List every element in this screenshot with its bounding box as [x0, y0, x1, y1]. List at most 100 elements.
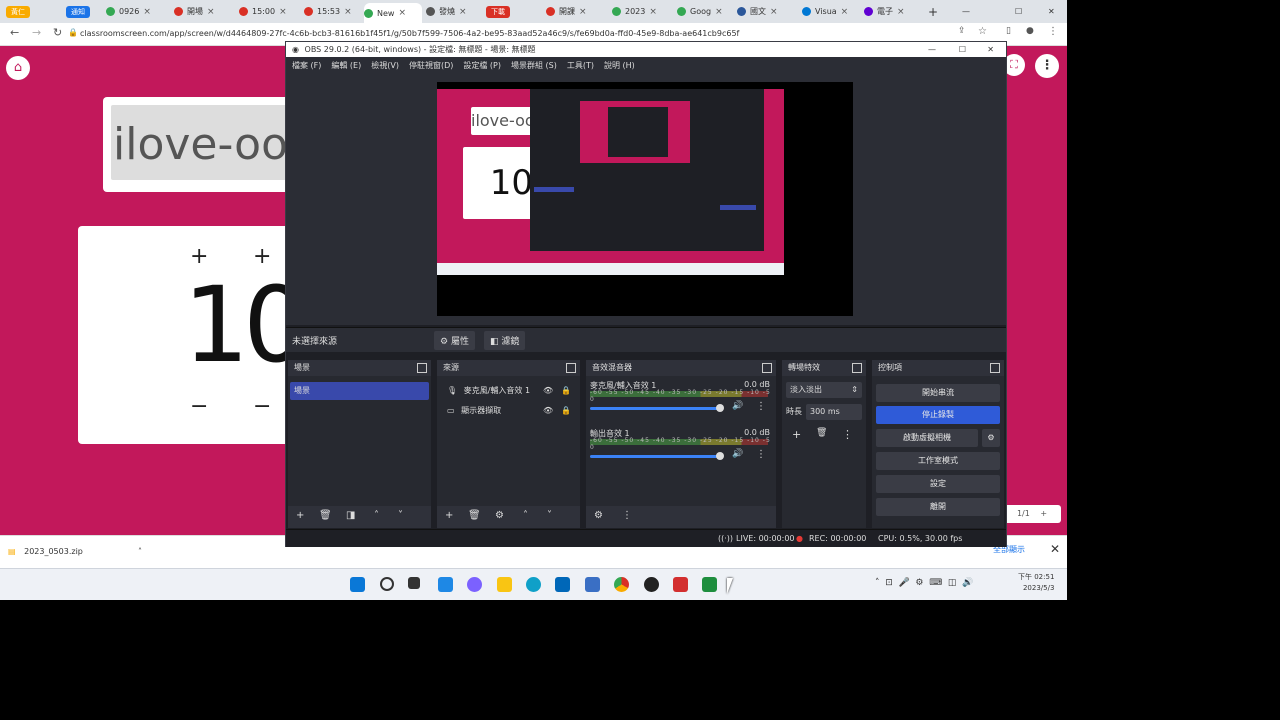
chevron-up-icon[interactable]: ˄: [374, 510, 379, 521]
acrobat-icon[interactable]: [673, 577, 688, 592]
kebab-icon[interactable]: ⋮: [842, 428, 853, 441]
scene-item[interactable]: 場景: [290, 382, 429, 400]
download-item[interactable]: ▤ 2023_0503.zip ˄: [8, 542, 158, 562]
file-explorer-icon[interactable]: [497, 577, 512, 592]
start-icon[interactable]: [350, 577, 365, 592]
settings-button[interactable]: 設定: [876, 475, 1000, 493]
excel-icon[interactable]: [702, 577, 717, 592]
chevron-up-icon[interactable]: ˄: [523, 510, 528, 521]
browser-tab[interactable]: 下載: [486, 3, 542, 20]
volume-slider[interactable]: [590, 407, 720, 410]
gear-icon[interactable]: ⚙: [495, 510, 504, 521]
trash-icon[interactable]: 🗑: [468, 510, 481, 521]
obs-menu-item[interactable]: 工具(T): [567, 61, 594, 70]
exit-button[interactable]: 離開: [876, 498, 1000, 516]
reload-icon[interactable]: ↻: [53, 26, 62, 39]
obs-menu-item[interactable]: 場景群組 (S): [511, 61, 557, 70]
chrome-icon[interactable]: [614, 577, 629, 592]
source-item[interactable]: ▭ 顯示器擷取 👁 🔒: [437, 402, 580, 420]
eye-icon[interactable]: 👁: [543, 402, 553, 420]
browser-tab[interactable]: 國文 ×: [737, 3, 798, 20]
timer-minus-button[interactable]: −: [190, 394, 208, 419]
browser-tab[interactable]: 電子 ×: [864, 3, 920, 20]
chevron-down-icon[interactable]: ˅: [398, 510, 403, 521]
minimize-icon[interactable]: —: [928, 42, 936, 57]
kebab-icon[interactable]: ⋮: [756, 449, 766, 460]
maximize-icon[interactable]: ☐: [1015, 3, 1022, 20]
sidebar-icon[interactable]: ▯: [1006, 26, 1011, 36]
start-streaming-button[interactable]: 開始串流: [876, 384, 1000, 402]
timer-minus-button[interactable]: −: [253, 394, 271, 419]
close-tab-icon[interactable]: ×: [143, 7, 151, 17]
store-icon[interactable]: [555, 577, 570, 592]
url-field[interactable]: classroomscreen.com/app/screen/w/d446480…: [80, 27, 920, 41]
browser-tab[interactable]: 2023 ×: [612, 3, 673, 20]
browser-tab[interactable]: Visua ×: [802, 3, 860, 20]
obs-menu-item[interactable]: 說明 (H): [604, 61, 635, 70]
volume-slider-knob[interactable]: [716, 452, 724, 460]
kebab-icon[interactable]: ⋮: [756, 401, 766, 412]
chevron-down-icon[interactable]: ˅: [547, 510, 552, 521]
browser-tab[interactable]: 15:53 ×: [304, 3, 360, 20]
browser-tab[interactable]: Goog ×: [677, 3, 733, 20]
close-icon[interactable]: ✕: [1050, 542, 1060, 556]
filters-button[interactable]: ◧ 濾鏡: [484, 331, 526, 350]
popout-icon[interactable]: [852, 363, 862, 373]
close-tab-icon[interactable]: ×: [897, 7, 905, 17]
new-tab-button[interactable]: +: [928, 3, 938, 20]
eye-icon[interactable]: 👁: [543, 382, 553, 400]
close-icon[interactable]: ✕: [1048, 3, 1055, 20]
speaker-icon[interactable]: 🔊: [732, 449, 743, 459]
close-tab-icon[interactable]: ×: [279, 7, 287, 17]
lock-icon[interactable]: 🔒: [561, 402, 571, 420]
name-widget[interactable]: ilove-oo: [103, 97, 303, 192]
lock-icon[interactable]: 🔒: [561, 382, 571, 400]
system-tray[interactable]: ˄ ⊡ 🎤 ⚙ ⌨ ◫ 🔊: [875, 578, 973, 588]
add-transition-icon[interactable]: +: [792, 428, 801, 441]
studio-mode-button[interactable]: 工作室模式: [876, 452, 1000, 470]
close-tab-icon[interactable]: ×: [649, 7, 657, 17]
browser-tab[interactable]: 通知: [66, 3, 102, 20]
close-tab-icon[interactable]: ×: [398, 8, 406, 18]
close-tab-icon[interactable]: ×: [579, 7, 587, 17]
home-icon[interactable]: ⌂: [6, 56, 30, 80]
chat-icon[interactable]: [467, 577, 482, 592]
chevron-up-icon[interactable]: ˄: [138, 542, 142, 562]
trash-icon[interactable]: 🗑: [319, 510, 332, 521]
close-tab-icon[interactable]: ×: [459, 7, 467, 17]
obs-menu-item[interactable]: 停駐視窗(D): [409, 61, 453, 70]
obs-menu-item[interactable]: 設定檔 (P): [463, 61, 501, 70]
timer-widget[interactable]: + + 10 − −: [78, 226, 309, 444]
obs-preview-area[interactable]: ilove-oo 10: [286, 75, 1006, 325]
add-scene-icon[interactable]: +: [296, 510, 304, 521]
edge-icon[interactable]: [526, 577, 541, 592]
more-options-icon[interactable]: ⋮: [1035, 54, 1059, 78]
virtual-camera-settings-button[interactable]: ⚙: [982, 429, 1000, 447]
task-view-icon[interactable]: [408, 577, 420, 589]
clock[interactable]: 下午 02:51 2023/5/3: [1018, 572, 1054, 594]
gear-icon[interactable]: ⚙: [594, 510, 603, 521]
minimize-icon[interactable]: —: [962, 3, 970, 20]
app-icon[interactable]: [585, 577, 600, 592]
popout-icon[interactable]: [417, 363, 427, 373]
close-tab-icon[interactable]: ×: [715, 7, 723, 17]
scene-filter-icon[interactable]: ◨: [346, 510, 355, 521]
popout-icon[interactable]: [566, 363, 576, 373]
widgets-icon[interactable]: [438, 577, 453, 592]
add-source-icon[interactable]: +: [445, 510, 453, 521]
duration-input[interactable]: 300 ms: [806, 404, 862, 420]
preview-canvas[interactable]: ilove-oo 10: [437, 82, 853, 316]
speaker-icon[interactable]: 🔊: [732, 401, 743, 411]
trash-icon[interactable]: 🗑: [816, 428, 827, 438]
browser-tab[interactable]: 發燒 ×: [426, 3, 482, 20]
kebab-icon[interactable]: ⋮: [622, 510, 632, 521]
share-icon[interactable]: ⇪: [958, 26, 966, 36]
browser-tab[interactable]: 開場 ×: [174, 3, 235, 20]
add-page-icon[interactable]: +: [1040, 509, 1047, 518]
close-tab-icon[interactable]: ×: [207, 7, 215, 17]
close-icon[interactable]: ✕: [987, 42, 994, 57]
obs-icon[interactable]: [644, 577, 659, 592]
menu-kebab-icon[interactable]: ⋮: [1048, 26, 1058, 37]
browser-tab[interactable]: 0926 ×: [106, 3, 170, 20]
obs-menu-item[interactable]: 檢視(V): [371, 61, 399, 70]
